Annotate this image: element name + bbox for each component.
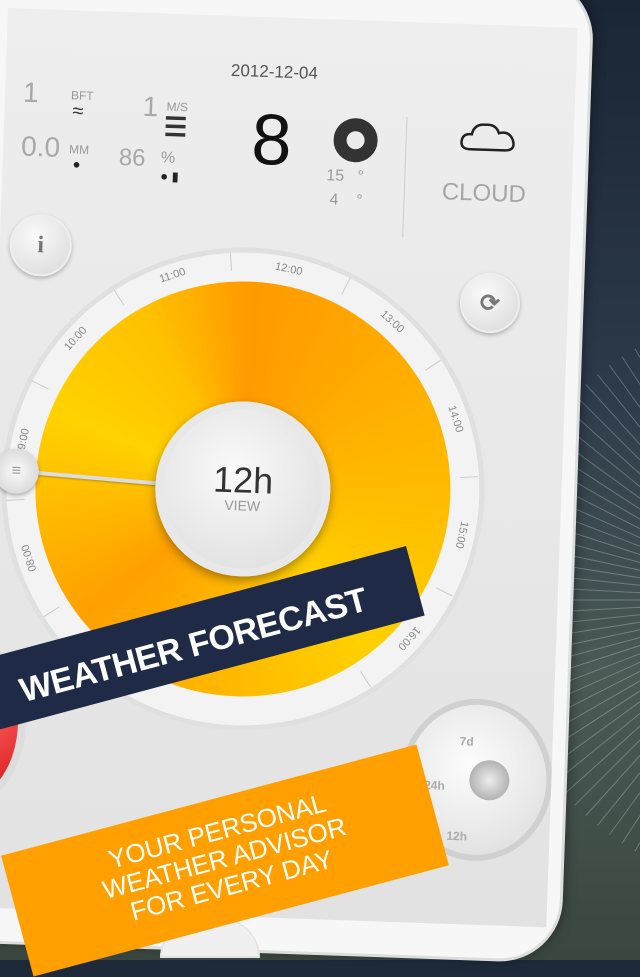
dial-hour-label: 15:00 [452,520,471,550]
sunburst-ray [634,842,640,852]
wind-icon: ☰ [163,111,188,143]
rain-unit: MM [68,142,90,157]
dial-tick [113,290,125,306]
dial-tick [341,278,351,295]
refresh-icon: ⟳ [479,289,501,317]
range-option-12h[interactable]: 12h [446,829,467,844]
dial-tick [460,476,479,479]
humidity-value: 86 [118,143,147,172]
dial-hour-label: 11:00 [157,265,188,286]
temp-low: 4 ° [329,191,363,210]
humidity-unit: % [160,149,176,167]
sunburst-ray [554,712,640,783]
dial-tick [43,606,60,618]
sunburst-ray [621,356,640,385]
refresh-button[interactable]: ⟳ [458,271,522,335]
dial-hour-label: 13:00 [377,308,407,336]
dial-hour-label: 08:00 [19,542,40,573]
dial-tick [436,587,453,597]
dial-tick [360,671,371,687]
raindrop-icon: ● [72,156,81,172]
temperature-value: 8 [250,99,293,181]
info-button[interactable]: i [8,213,73,278]
degree-icon [332,117,379,163]
sunburst-ray [597,374,640,428]
condition-label: CLOUD [441,178,527,209]
dial-hour-label: 16:00 [395,623,423,653]
rain-value: 0.0 [20,130,61,163]
cloud-icon [460,123,515,152]
sunburst-ray [564,725,640,795]
sunburst-ray [597,772,640,826]
dial-hour-label: 12:00 [274,260,304,279]
humidity-thermometer-icon: ● ▮ [159,168,180,185]
range-option-7d[interactable]: 7d [459,734,473,748]
dial-hour-label: 14:00 [445,404,466,434]
wind-gust-icon: ≈ [72,100,84,123]
grip-icon: ≡ [11,461,22,480]
dial-tick [425,359,441,371]
date-label: 2012-12-04 [230,60,319,83]
dial-drag-handle[interactable]: ≡ [0,447,40,495]
dial-tick [6,498,25,501]
knob-cap [468,759,511,801]
info-icon: i [36,231,45,258]
dial-tick [230,252,232,271]
divider [402,116,408,237]
sunburst-ray [634,348,640,358]
sunburst-ray [609,792,640,835]
sunburst-ray [609,365,640,408]
sunburst-ray [574,739,640,806]
dial-tick [32,380,49,390]
dial-hour-label: 10:00 [62,324,90,354]
sunburst-ray [621,815,640,844]
temp-high: 15 ° [326,167,365,186]
sunburst-ray [574,394,640,461]
beaufort-value: 1 [22,76,40,109]
wind-speed-value: 1 [142,90,159,123]
